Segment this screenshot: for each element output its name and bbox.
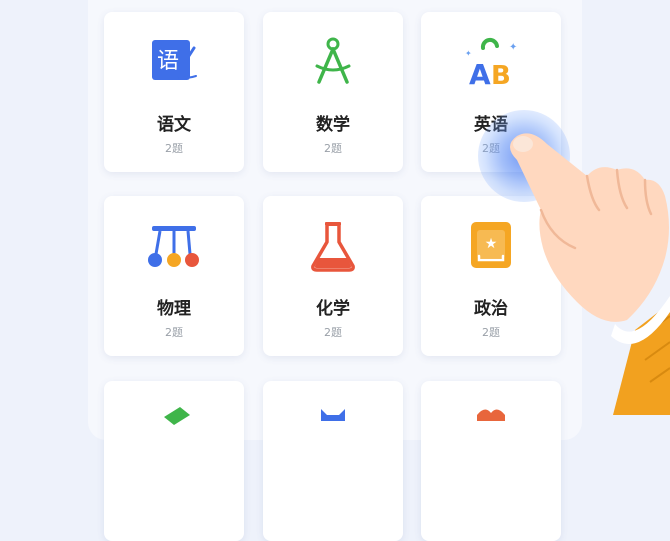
- subject-count: 2题: [165, 326, 183, 339]
- abc-letters-icon: A B ✦ ✦: [465, 37, 517, 90]
- svg-text:✦: ✦: [465, 49, 472, 58]
- svg-text:✦: ✦: [509, 42, 517, 53]
- subject-count: 2题: [324, 326, 342, 339]
- svg-text:B: B: [491, 61, 511, 90]
- subject-name: 语文: [157, 115, 191, 135]
- subject-count: 2题: [165, 142, 183, 155]
- flask-icon: [311, 222, 355, 272]
- subject-card-math[interactable]: 数学 2题: [263, 12, 403, 172]
- subject-card-partial-1[interactable]: [104, 381, 244, 541]
- svg-text:语: 语: [157, 49, 179, 74]
- green-book-icon: [164, 407, 190, 425]
- pointing-hand-icon: [510, 133, 670, 415]
- subject-card-partial-2[interactable]: [263, 381, 403, 541]
- subject-count: 2题: [324, 142, 342, 155]
- subject-name: 化学: [316, 299, 350, 319]
- subject-name: 数学: [316, 115, 350, 135]
- subject-card-physics[interactable]: 物理 2题: [104, 196, 244, 356]
- subject-card-chinese[interactable]: 语 语文 2题: [104, 12, 244, 172]
- newtons-cradle-icon: [148, 226, 199, 267]
- subject-card-chemistry[interactable]: 化学 2题: [263, 196, 403, 356]
- svg-text:A: A: [469, 58, 491, 90]
- compass-icon: [315, 37, 351, 84]
- blue-icon: [321, 409, 345, 421]
- chinese-book-icon: 语: [152, 40, 197, 80]
- subject-name: 物理: [157, 299, 191, 319]
